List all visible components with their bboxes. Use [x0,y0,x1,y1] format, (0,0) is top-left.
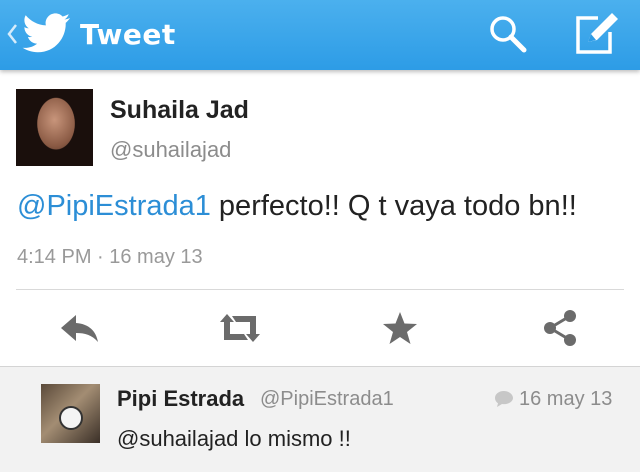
retweet-button[interactable] [216,305,264,351]
action-bar: Tweet [0,0,640,70]
tweet-text: @PipiEstrada1 perfecto!! Q t vaya todo b… [17,190,577,223]
favorite-button[interactable] [376,305,424,351]
reply-icon [61,315,98,342]
favorite-star-icon [383,312,417,344]
retweet-icon [220,314,260,342]
search-icon[interactable] [486,12,530,56]
reply-date: 16 may 13 [519,388,613,410]
reply-author-handle[interactable]: @PipiEstrada1 [260,388,394,411]
reply-button[interactable] [56,305,104,351]
divider [16,289,624,290]
mention-link[interactable]: @PipiEstrada1 [17,190,211,222]
chevron-left-icon[interactable] [6,22,18,46]
author-handle[interactable]: @suhailajad [110,137,231,163]
twitter-bird-icon[interactable] [22,12,72,54]
compose-icon[interactable] [572,12,622,56]
reply-author-name[interactable]: Pipi Estrada [117,386,244,412]
tweet-timestamp: 4:14 PM · 16 may 13 [17,246,203,268]
author-name[interactable]: Suhaila Jad [110,96,249,125]
reply-avatar[interactable] [41,384,100,443]
avatar[interactable] [16,89,93,166]
share-icon [544,310,576,346]
tweet-body: perfecto!! Q t vaya todo bn!! [210,190,577,222]
conversation-bubble-icon [495,391,513,407]
share-button[interactable] [536,305,584,351]
reply-text: @suhailajad lo mismo !! [117,426,351,451]
page-title: Tweet [80,18,176,51]
